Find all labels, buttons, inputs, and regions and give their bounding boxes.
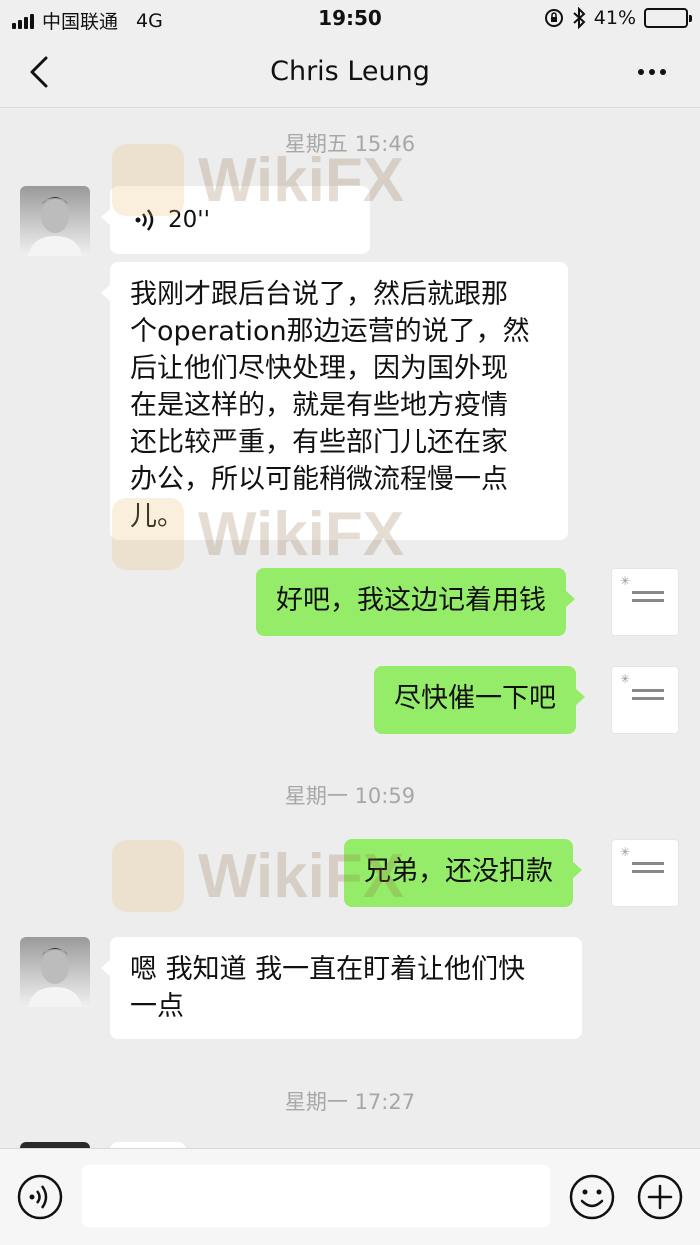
message-line: 一点 — [130, 991, 184, 1022]
message-bubble-outgoing[interactable]: 尽快催一下吧 — [374, 666, 585, 734]
message-input[interactable] — [82, 1165, 550, 1227]
bluetooth-icon — [573, 7, 586, 29]
contact-avatar[interactable] — [20, 186, 90, 256]
message-bubble-incoming[interactable]: 嗯 我知道 我一直在盯着让他们快 一点 — [101, 937, 582, 1039]
message-line: 个operation那边运营的说了，然 — [130, 316, 530, 347]
voice-message[interactable]: 20'' — [101, 186, 370, 254]
svg-text:✳: ✳ — [620, 574, 630, 588]
message-line: 我刚才跟后台说了，然后就跟那 — [130, 279, 508, 310]
battery-icon — [644, 8, 692, 28]
voice-wave-icon — [135, 209, 154, 231]
emoji-icon[interactable] — [568, 1173, 616, 1221]
voice-duration: 20'' — [168, 207, 210, 233]
watermark-logo-icon — [112, 840, 184, 912]
my-avatar[interactable]: ✳ — [611, 839, 679, 907]
person-photo-icon — [28, 948, 82, 1007]
message-line: 好吧，我这边记着用钱 — [276, 585, 546, 616]
svg-text:✳: ✳ — [620, 845, 630, 859]
more-options-icon[interactable] — [632, 52, 672, 92]
input-bar — [0, 1148, 700, 1245]
message-bubble-incoming[interactable]: 我刚才跟后台说了，然后就跟那 个operation那边运营的说了，然 后让他们尽… — [101, 262, 568, 540]
plus-icon[interactable] — [636, 1173, 684, 1221]
message-bubble-outgoing[interactable]: 兄弟，还没扣款 — [344, 839, 582, 907]
contact-avatar[interactable] — [20, 937, 90, 1007]
voice-input-icon[interactable] — [16, 1173, 64, 1221]
my-avatar[interactable]: ✳ — [611, 666, 679, 734]
message-line: 嗯 我知道 我一直在盯着让他们快 — [130, 954, 526, 985]
my-avatar[interactable]: ✳ — [611, 568, 679, 636]
avatar-text-logo-icon: ✳ — [620, 574, 664, 602]
message-line: 还比较严重，有些部门儿还在家 — [130, 427, 508, 458]
message-line: 尽快催一下吧 — [394, 683, 556, 714]
message-line: 儿。 — [130, 501, 184, 532]
message-line: 办公，所以可能稍微流程慢一点 — [130, 464, 508, 495]
rotation-lock-icon — [544, 9, 563, 27]
message-line: 后让他们尽快处理，因为国外现 — [130, 353, 508, 384]
message-line: 在是这样的，就是有些地方疫情 — [130, 390, 508, 421]
timestamp: 星期一 10:59 — [284, 784, 416, 808]
battery-percent: 41% — [593, 7, 636, 29]
person-photo-icon — [28, 197, 82, 256]
status-bar: 中国联通 4G 19:50 41% — [0, 0, 700, 36]
svg-text:✳: ✳ — [620, 672, 630, 686]
message-line: 兄弟，还没扣款 — [364, 856, 553, 887]
nav-bar: Chris Leung — [0, 36, 700, 108]
chat-title: Chris Leung — [270, 56, 430, 87]
avatar-text-logo-icon: ✳ — [620, 845, 664, 873]
timestamp: 星期五 15:46 — [284, 132, 416, 156]
status-right: 41% — [544, 7, 692, 29]
chat-area[interactable]: 星期五 15:46 20'' 我刚才跟后台说了，然后就跟那 个operation… — [0, 108, 700, 1148]
avatar-text-logo-icon: ✳ — [620, 672, 664, 700]
message-bubble-outgoing[interactable]: 好吧，我这边记着用钱 — [256, 568, 575, 636]
timestamp: 星期一 17:27 — [284, 1090, 416, 1114]
